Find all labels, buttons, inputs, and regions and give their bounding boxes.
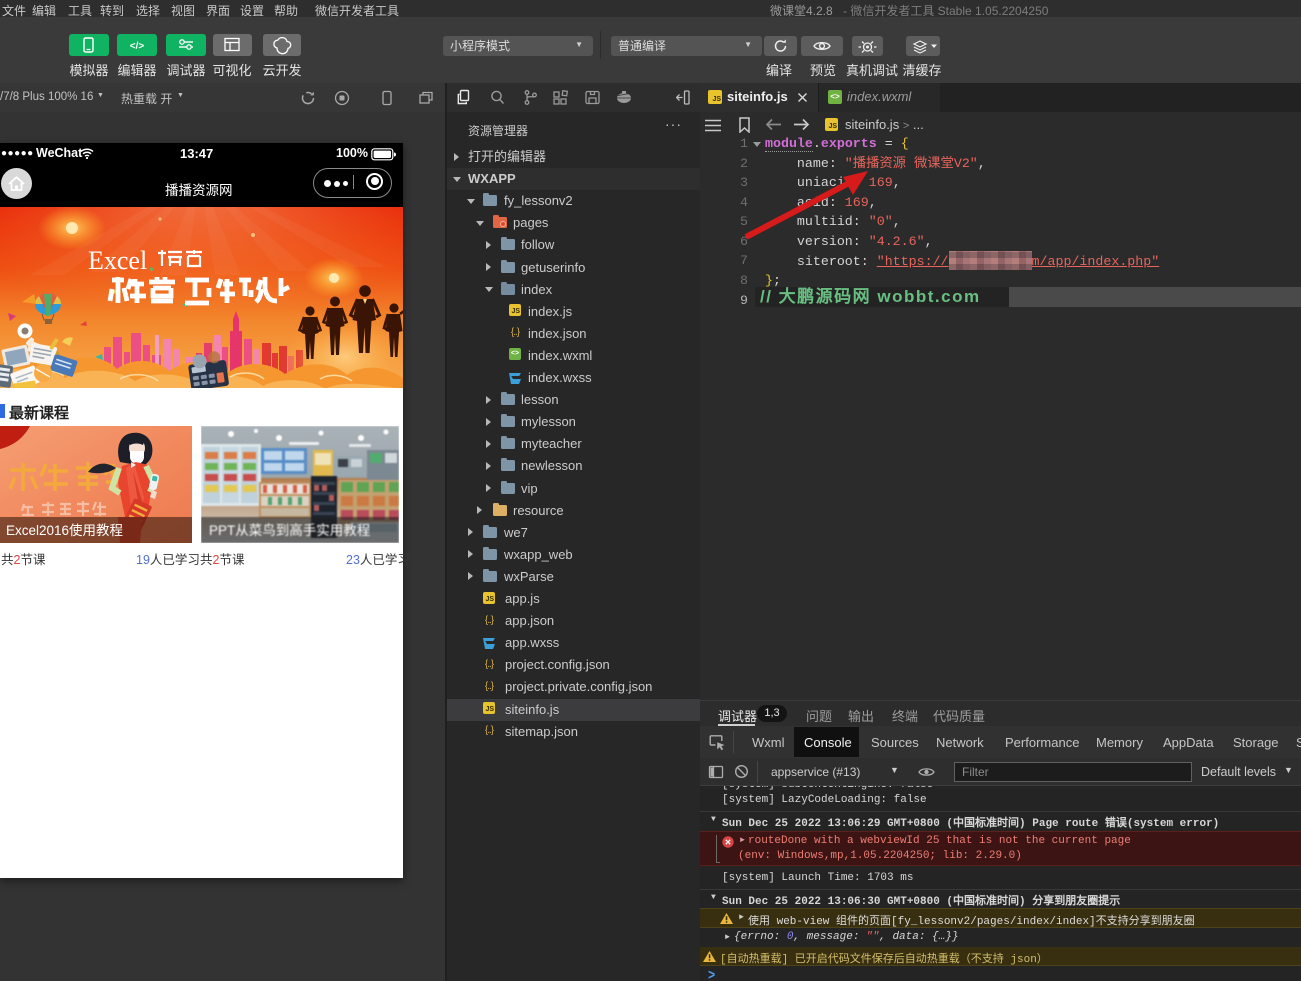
svg-text:</>: </> (130, 41, 145, 52)
svg-text:PPT从菜鸟到高手实用教程: PPT从菜鸟到高手实用教程 (209, 522, 370, 538)
svg-text:Excel: Excel (88, 246, 147, 275)
svg-text:Excel2016使用教程: Excel2016使用教程 (6, 522, 123, 538)
